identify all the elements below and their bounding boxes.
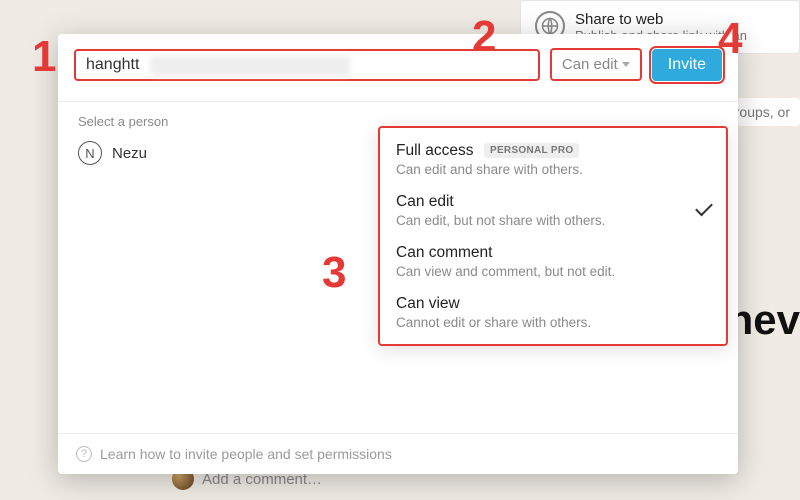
perm-option-full-access[interactable]: Full access PERSONAL PRO Can edit and sh…	[380, 134, 726, 185]
perm-option-can-view[interactable]: Can view Cannot edit or share with other…	[380, 287, 726, 338]
footer-text: Learn how to invite people and set permi…	[100, 446, 392, 462]
annotation-3: 3	[322, 248, 346, 298]
modal-header: Can edit Invite	[58, 34, 738, 95]
permission-select[interactable]: Can edit	[550, 48, 642, 81]
annotation-4: 4	[718, 14, 742, 64]
permission-dropdown: Full access PERSONAL PRO Can edit and sh…	[378, 126, 728, 346]
permission-select-label: Can edit	[562, 56, 618, 73]
person-avatar: N	[78, 141, 102, 165]
blurred-email	[150, 56, 350, 76]
perm-option-can-comment[interactable]: Can comment Can view and comment, but no…	[380, 236, 726, 287]
annotation-1: 1	[32, 32, 56, 82]
modal-footer[interactable]: ? Learn how to invite people and set per…	[58, 433, 738, 474]
search-wrap	[74, 49, 540, 81]
perm-option-can-edit[interactable]: Can edit Can edit, but not share with ot…	[380, 185, 726, 236]
bg-partial-word: nev	[728, 296, 800, 344]
help-icon: ?	[76, 446, 92, 462]
invite-button[interactable]: Invite	[652, 49, 722, 81]
pro-badge: PERSONAL PRO	[484, 143, 579, 158]
annotation-2: 2	[472, 12, 496, 62]
invite-modal: Can edit Invite Select a person N Nezu F…	[58, 34, 738, 474]
chevron-down-icon	[622, 62, 630, 67]
person-name: Nezu	[112, 145, 147, 162]
